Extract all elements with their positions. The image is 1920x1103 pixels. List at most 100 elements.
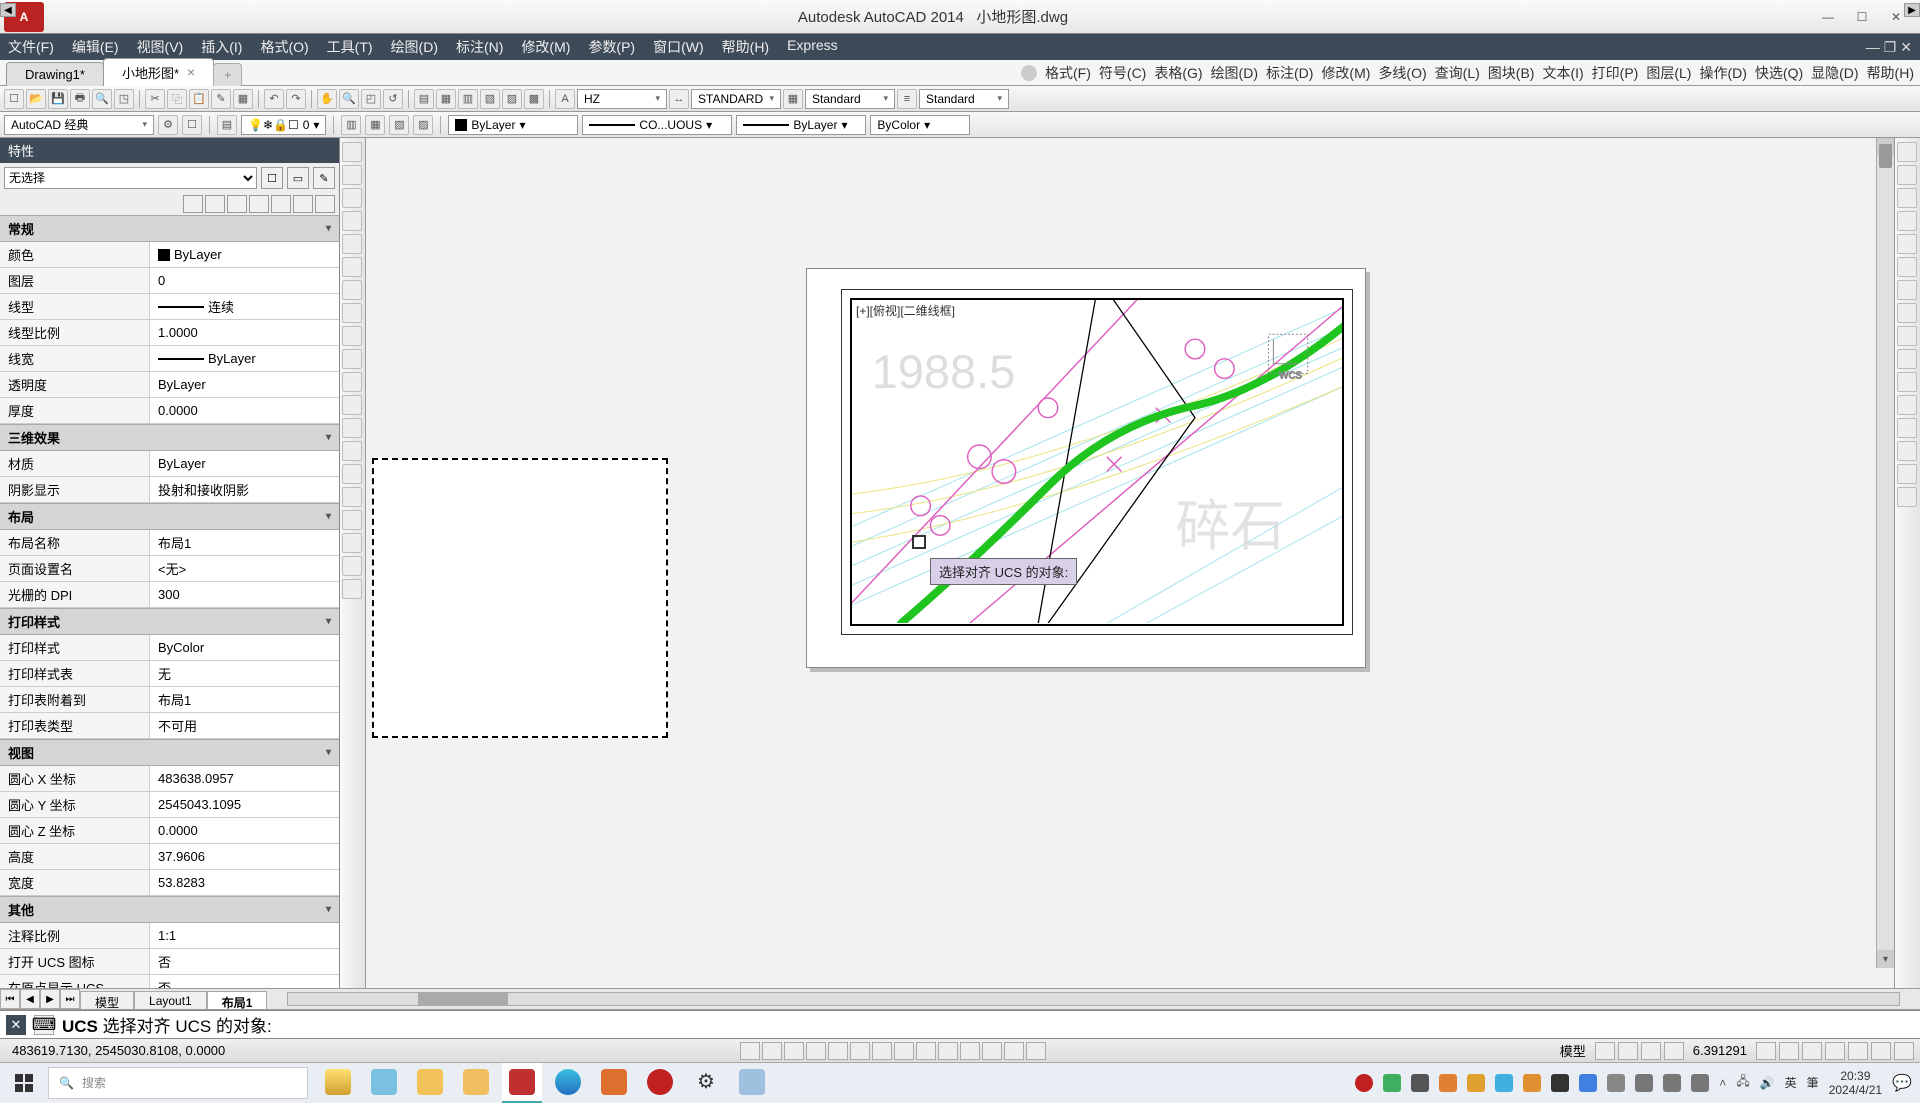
save-button[interactable]: 💾 — [48, 89, 68, 109]
menu2-标注d[interactable]: 标注(D) — [1266, 63, 1313, 83]
prop-row[interactable]: 打印表类型不可用 — [0, 713, 339, 739]
menu-帮助h[interactable]: 帮助(H) — [722, 37, 769, 57]
table-style-combo[interactable]: Standard▾ — [805, 89, 895, 109]
prop-tool-7[interactable] — [315, 195, 335, 213]
tray-volume-icon[interactable]: 🔊 — [1760, 1076, 1775, 1090]
prop-group-header[interactable]: 视图▾ — [0, 739, 339, 766]
lock-toggle[interactable] — [1825, 1042, 1845, 1060]
ortho-toggle[interactable] — [784, 1042, 804, 1060]
horizontal-scrollbar[interactable]: ◀ ▶ — [267, 989, 1920, 1009]
menu2-帮助h[interactable]: 帮助(H) — [1867, 63, 1914, 83]
rectangle-tool[interactable] — [342, 234, 362, 254]
prop-group-header[interactable]: 打印样式▾ — [0, 608, 339, 635]
taskbar-app-2[interactable] — [364, 1063, 404, 1103]
publish-button[interactable]: ◳ — [114, 89, 134, 109]
menu2-显隐d[interactable]: 显隐(D) — [1811, 63, 1858, 83]
insert-tool[interactable] — [342, 395, 362, 415]
collapse-icon[interactable]: ▾ — [326, 747, 331, 758]
menu2-表格g[interactable]: 表格(G) — [1154, 63, 1202, 83]
tray-icon-4[interactable] — [1439, 1074, 1457, 1092]
workspace-combo[interactable]: AutoCAD 经典▾ — [4, 115, 154, 135]
explode-tool[interactable] — [1897, 487, 1917, 507]
prop-tool-2[interactable] — [205, 195, 225, 213]
erase-tool[interactable] — [1897, 142, 1917, 162]
menu2-图块b[interactable]: 图块(B) — [1488, 63, 1535, 83]
tray-icon-6[interactable] — [1495, 1074, 1513, 1092]
tray-wechat-icon[interactable] — [1383, 1074, 1401, 1092]
prop-row[interactable]: 颜色ByLayer — [0, 242, 339, 268]
prop-group-header[interactable]: 三维效果▾ — [0, 424, 339, 451]
prop-value[interactable]: <无> — [150, 556, 339, 581]
otrack-toggle[interactable] — [872, 1042, 892, 1060]
cut-button[interactable]: ✂ — [145, 89, 165, 109]
prop-row[interactable]: 光栅的 DPI300 — [0, 582, 339, 608]
tray-bluetooth-icon[interactable] — [1579, 1074, 1597, 1092]
taskbar-settings[interactable]: ⚙ — [686, 1063, 726, 1103]
scale-tool[interactable] — [1897, 303, 1917, 323]
prop-tool-5[interactable] — [271, 195, 291, 213]
minimize-button[interactable]: — — [1818, 10, 1838, 24]
prop-tool-3[interactable] — [227, 195, 247, 213]
plotstyle-combo[interactable]: ByColor▾ — [870, 115, 970, 135]
color-combo[interactable]: ByLayer▾ — [448, 115, 578, 135]
spline-tool[interactable] — [342, 326, 362, 346]
addsel-tool[interactable] — [342, 579, 362, 599]
line-tool[interactable] — [342, 142, 362, 162]
ime-lang[interactable]: 英 — [1785, 1074, 1797, 1091]
quickview-toggle[interactable] — [1618, 1042, 1638, 1060]
menu2-修改m[interactable]: 修改(M) — [1321, 63, 1370, 83]
snap-toggle[interactable] — [740, 1042, 760, 1060]
mline-style-icon[interactable]: ≡ — [897, 89, 917, 109]
menu-工具t[interactable]: 工具(T) — [327, 37, 373, 57]
prop-row[interactable]: 透明度ByLayer — [0, 372, 339, 398]
ellipse-tool[interactable] — [342, 349, 362, 369]
pline-tool[interactable] — [342, 188, 362, 208]
array-tool[interactable] — [1897, 234, 1917, 254]
arc-tool[interactable] — [342, 257, 362, 277]
tray-icon-5[interactable] — [1467, 1074, 1485, 1092]
mdi-close-button[interactable]: ✕ — [1900, 39, 1912, 56]
revcloud-tool[interactable] — [342, 303, 362, 323]
prop-value[interactable]: 1:1 — [150, 923, 339, 948]
coords-readout[interactable]: 483619.7130, 2545030.8108, 0.0000 — [6, 1043, 231, 1058]
prop-row[interactable]: 厚度0.0000 — [0, 398, 339, 424]
polar-toggle[interactable] — [806, 1042, 826, 1060]
menu2-操作d[interactable]: 操作(D) — [1699, 63, 1746, 83]
tray-network-icon[interactable]: 🖧 — [1736, 1072, 1749, 1093]
menu2-图层l[interactable]: 图层(L) — [1646, 63, 1691, 83]
menu2-查询l[interactable]: 查询(L) — [1435, 63, 1480, 83]
extend-tool[interactable] — [1897, 372, 1917, 392]
fillet-tool[interactable] — [1897, 464, 1917, 484]
lineweight-combo[interactable]: ByLayer▾ — [736, 115, 866, 135]
print-button[interactable]: 🖶 — [70, 89, 90, 109]
prop-value[interactable]: ByLayer — [150, 372, 339, 397]
maxvp-toggle[interactable] — [1595, 1042, 1615, 1060]
toolpal-button[interactable]: ▥ — [458, 89, 478, 109]
prop-row[interactable]: 线型比例1.0000 — [0, 320, 339, 346]
menu-视图v[interactable]: 视图(V) — [137, 37, 184, 57]
pan-button[interactable]: ✋ — [317, 89, 337, 109]
layout-last-button[interactable]: ⏭ — [60, 989, 80, 1009]
drawing-canvas[interactable]: [+][俯视][二维线框] — [366, 138, 1894, 988]
viewport-caption[interactable]: [+][俯视][二维线框] — [856, 302, 955, 319]
tab-close-button[interactable]: × — [187, 64, 195, 80]
block-tool[interactable] — [342, 418, 362, 438]
layout-next-button[interactable]: ▶ — [40, 989, 60, 1009]
command-line[interactable]: ✕ ⌨ UCS 选择对齐 UCS 的对象: — [0, 1010, 1920, 1038]
cleanscreen-button[interactable] — [1894, 1042, 1914, 1060]
zoom-rt-button[interactable]: 🔍 — [339, 89, 359, 109]
annoscale-icon[interactable] — [1664, 1042, 1684, 1060]
prop-value[interactable]: 不可用 — [150, 713, 339, 738]
stretch-tool[interactable] — [1897, 326, 1917, 346]
copy-tool[interactable] — [1897, 165, 1917, 185]
hatch-tool[interactable] — [342, 464, 362, 484]
annovis-toggle[interactable] — [1756, 1042, 1776, 1060]
break-tool[interactable] — [1897, 395, 1917, 415]
mdi-minimize-button[interactable]: — — [1866, 39, 1880, 56]
grid-toggle[interactable] — [762, 1042, 782, 1060]
menu-参数p[interactable]: 参数(P) — [588, 37, 635, 57]
new-tab-button[interactable]: + — [213, 63, 242, 86]
am-toggle[interactable] — [1026, 1042, 1046, 1060]
layout-prev-button[interactable]: ◀ — [20, 989, 40, 1009]
taskbar-explorer[interactable] — [456, 1063, 496, 1103]
